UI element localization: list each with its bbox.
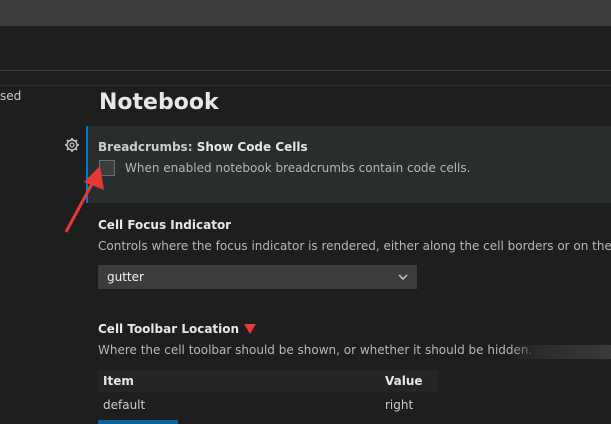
setting-category: Breadcrumbs: <box>98 140 197 154</box>
table-header-value: Value <box>385 374 423 388</box>
setting-description: When enabled notebook breadcrumbs contai… <box>125 161 471 175</box>
settings-search-bar[interactable] <box>0 26 611 71</box>
setting-description: Where the cell toolbar should be shown, … <box>98 343 533 357</box>
redaction-blur <box>510 345 611 359</box>
setting-title: Cell Toolbar Location <box>98 322 240 336</box>
cell-focus-indicator-select[interactable]: gutter <box>98 265 417 289</box>
section-title: Notebook <box>99 90 219 115</box>
add-item-button[interactable] <box>98 420 178 424</box>
gear-icon[interactable] <box>64 137 80 153</box>
annotation-marker-icon <box>244 324 256 334</box>
redaction-area <box>438 365 611 424</box>
setting-name: Show Code Cells <box>196 140 308 154</box>
setting-title: Breadcrumbs: Show Code Cells <box>98 140 308 154</box>
setting-description: Controls where the focus indicator is re… <box>98 239 611 253</box>
settings-tabs-row <box>0 71 611 86</box>
table-header-item: Item <box>103 374 134 388</box>
toc-item[interactable]: sed <box>0 89 21 103</box>
chevron-down-icon <box>398 274 408 280</box>
annotation-arrow-icon <box>64 166 104 233</box>
table-cell-item[interactable]: default <box>103 398 145 412</box>
select-value: gutter <box>107 270 144 284</box>
title-bar <box>0 0 611 26</box>
table-cell-value[interactable]: right <box>385 398 413 412</box>
